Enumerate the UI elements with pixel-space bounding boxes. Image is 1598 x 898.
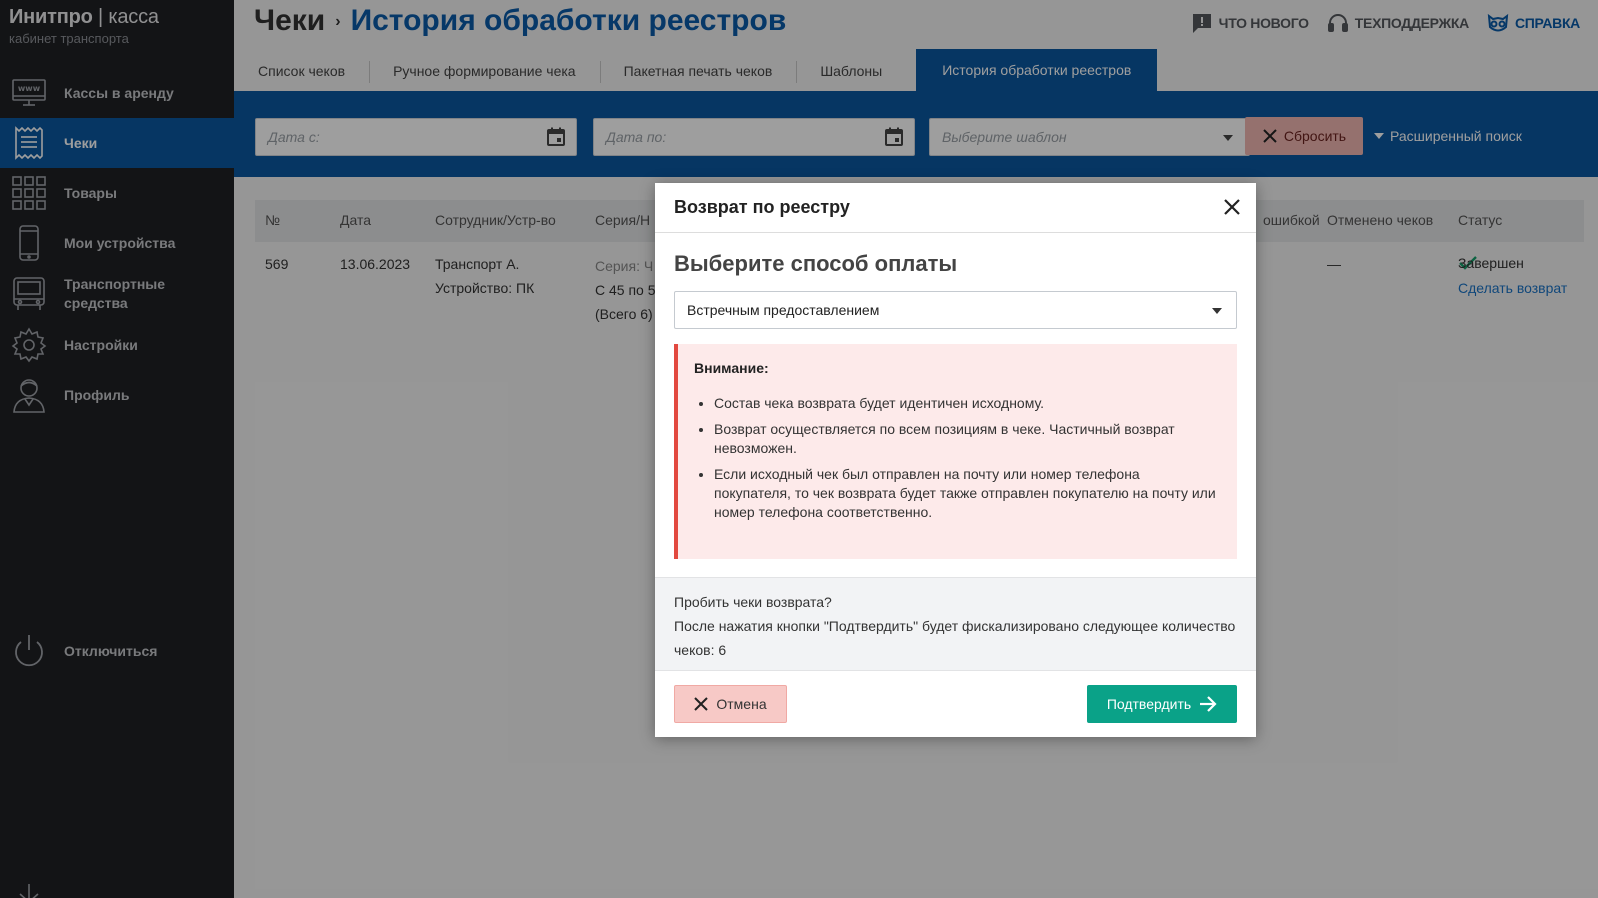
refund-modal: Возврат по реестру Выберите способ оплат… xyxy=(655,183,1256,737)
confirm-info: Пробить чеки возврата? После нажатия кно… xyxy=(655,577,1256,671)
cancel-label: Отмена xyxy=(716,696,767,712)
modal-title: Возврат по реестру xyxy=(674,197,850,217)
close-icon[interactable] xyxy=(1222,197,1242,217)
alert-item: Состав чека возврата будет идентичен исх… xyxy=(714,394,1219,413)
payment-method-value: Встречным предоставлением xyxy=(687,302,880,318)
alert-list: Состав чека возврата будет идентичен исх… xyxy=(694,394,1219,522)
confirm-question: Пробить чеки возврата? xyxy=(674,594,832,610)
chevron-down-icon xyxy=(1212,308,1222,314)
modal-body: Выберите способ оплаты Встречным предост… xyxy=(655,251,1256,559)
modal-header: Возврат по реестру xyxy=(655,183,1256,233)
cancel-button[interactable]: Отмена xyxy=(674,685,787,723)
close-icon xyxy=(694,697,709,711)
modal-footer: Отмена Подтвердить xyxy=(655,671,1256,737)
arrow-right-icon xyxy=(1200,696,1217,712)
confirm-button[interactable]: Подтвердить xyxy=(1087,685,1237,723)
warning-alert: Внимание: Состав чека возврата будет иде… xyxy=(674,344,1237,559)
modal-subtitle: Выберите способ оплаты xyxy=(674,251,958,276)
confirm-label: Подтвердить xyxy=(1106,696,1192,712)
alert-item: Если исходный чек был отправлен на почту… xyxy=(714,465,1219,522)
payment-method-select[interactable]: Встречным предоставлением xyxy=(674,291,1237,329)
alert-title: Внимание: xyxy=(694,360,769,376)
alert-item: Возврат осуществляется по всем позициям … xyxy=(714,420,1219,458)
confirm-text: После нажатия кнопки "Подтвердить" будет… xyxy=(674,618,1236,658)
